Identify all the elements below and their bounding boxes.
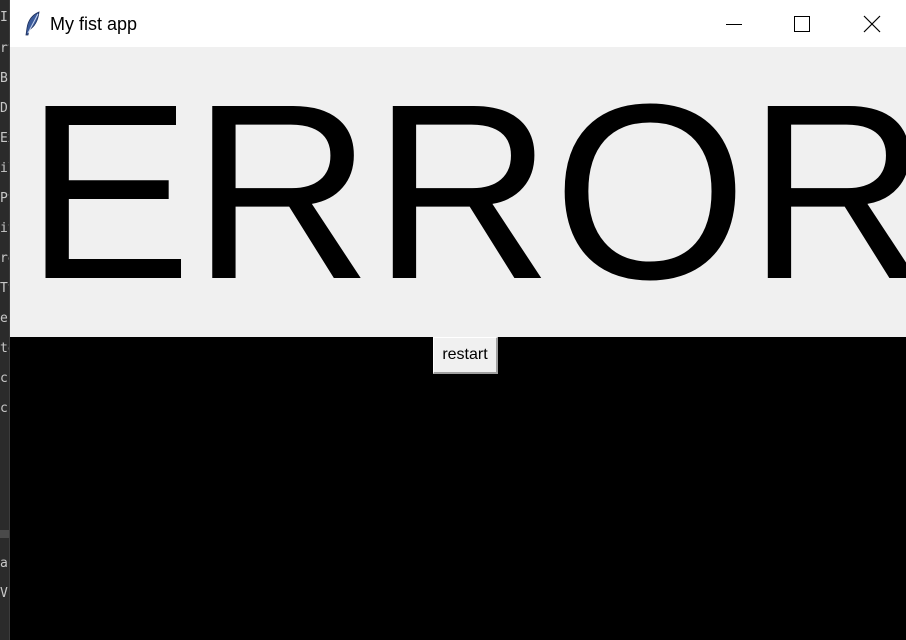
screen: I rt Bi D Ex il Py iti re Ty es to c c a… <box>0 0 906 640</box>
restart-button[interactable]: restart <box>433 337 498 374</box>
background-text-fragment: Bi <box>0 71 10 86</box>
background-text-fragment: Ex <box>0 131 10 146</box>
window-title: My fist app <box>50 14 138 34</box>
background-text-fragment: il <box>0 161 10 176</box>
error-label-area: ERROR <box>10 47 906 337</box>
background-text-fragment: c <box>0 371 8 386</box>
background-text-fragment: I <box>0 10 8 25</box>
background-text-fragment: Py <box>0 191 10 206</box>
maximize-icon <box>794 15 810 32</box>
background-text-fragment: V <box>0 586 8 601</box>
minimize-button[interactable] <box>700 0 768 47</box>
background-text-fragment: es <box>0 311 10 326</box>
background-text-fragment: a <box>0 556 8 571</box>
background-text-fragment: iti <box>0 221 10 236</box>
background-text-fragment: to <box>0 341 10 356</box>
canvas-area <box>10 337 906 640</box>
background-divider <box>0 530 10 538</box>
background-text-fragment: Ty <box>0 281 10 296</box>
background-text-fragment: rt <box>0 41 10 56</box>
background-text-fragment: c <box>0 401 8 416</box>
title-bar[interactable]: My fist app <box>10 0 906 47</box>
close-icon <box>863 15 881 32</box>
background-text-fragment: re <box>0 251 10 266</box>
feather-icon <box>23 11 43 37</box>
minimize-icon <box>726 23 742 25</box>
close-button[interactable] <box>838 0 906 47</box>
background-editor-strip: I rt Bi D Ex il Py iti re Ty es to c c a… <box>0 0 10 640</box>
app-window: My fist app ERROR restart <box>10 0 906 640</box>
maximize-button[interactable] <box>768 0 836 47</box>
error-message: ERROR <box>25 52 906 331</box>
background-text-fragment: D <box>0 101 8 116</box>
